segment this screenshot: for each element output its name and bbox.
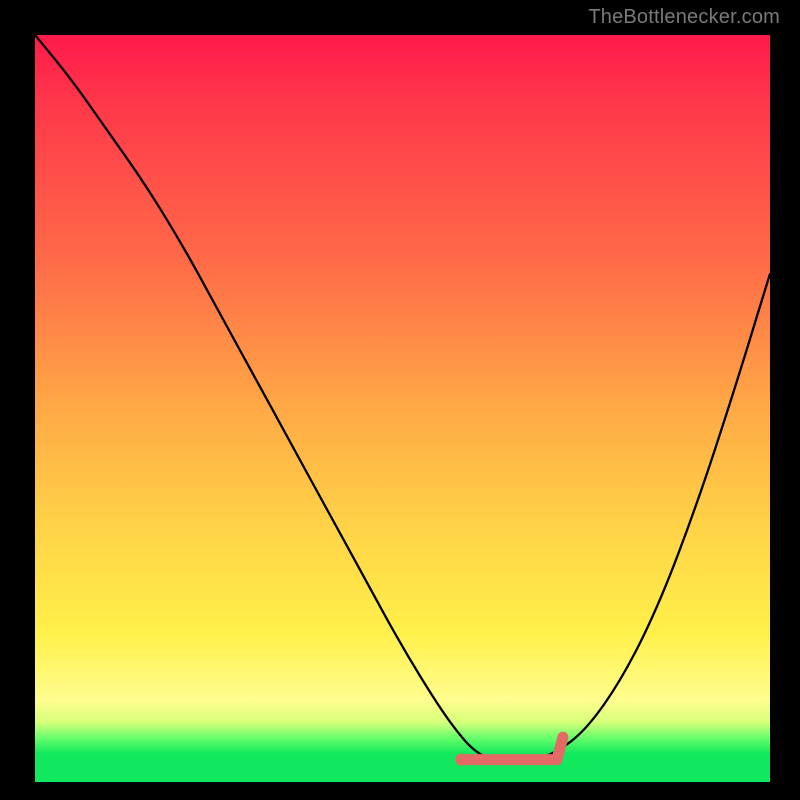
chart-stage: TheBottlenecker.com — [0, 0, 800, 800]
plot-area — [35, 35, 770, 782]
watermark-text: TheBottlenecker.com — [588, 6, 780, 29]
bottleneck-curve — [35, 35, 770, 760]
plot-svg — [35, 35, 770, 782]
marker-right-stub — [557, 737, 563, 759]
